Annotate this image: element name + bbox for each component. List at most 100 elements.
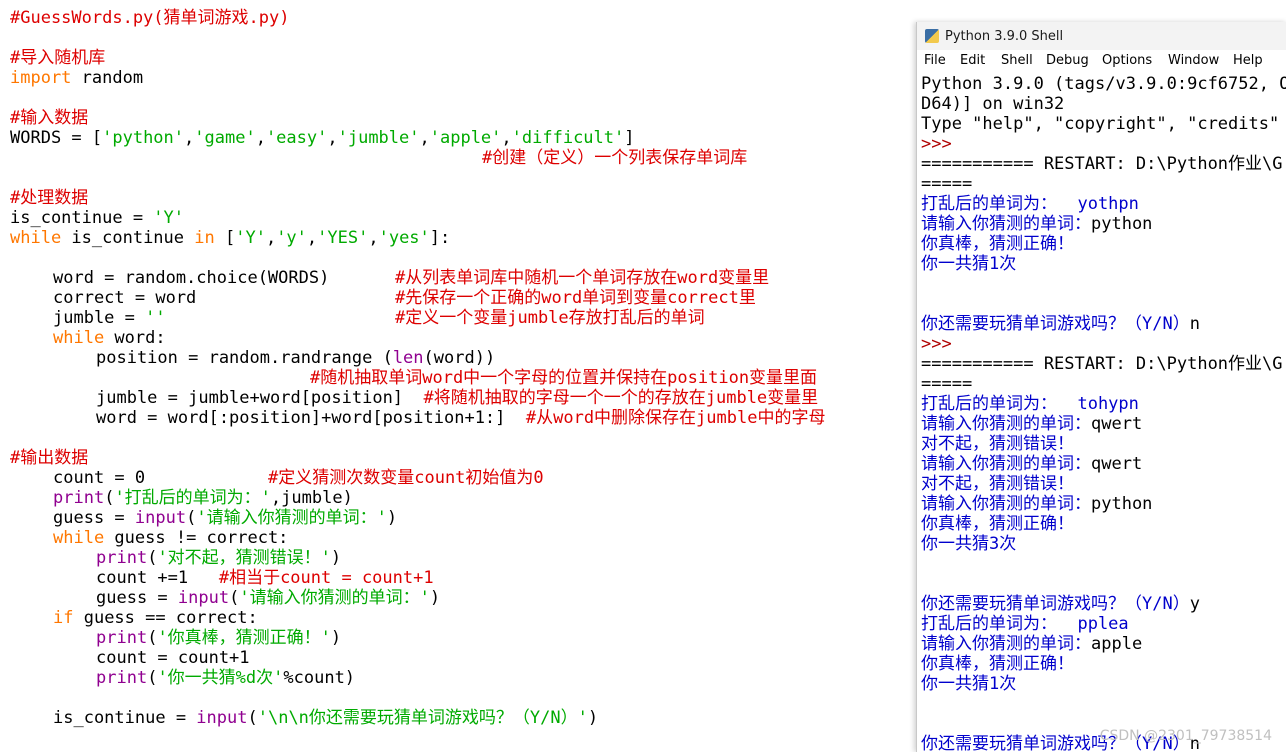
- code-token: is_continue: [61, 228, 195, 248]
- code-token: [: [214, 228, 236, 248]
- code-line: #GuessWords.py(猜单词游戏.py): [10, 8, 289, 28]
- code-editor[interactable]: #GuessWords.py(猜单词游戏.py) #导入随机库 import ran…: [0, 0, 916, 752]
- csdn-watermark: CSDN @2301_79738514: [1099, 728, 1272, 744]
- shell-token: Type "help", "copyright", "credits" o: [921, 114, 1286, 134]
- code-line: #定义猜测次数变量count初始值为0: [268, 468, 544, 488]
- code-token: while: [53, 328, 105, 348]
- code-token: len: [392, 348, 424, 368]
- code-token: ]:: [429, 228, 451, 248]
- shell-token: 你一共猜3次: [921, 534, 1017, 554]
- code-token: ): [386, 508, 398, 528]
- code-token: '对不起，猜测错误！': [157, 548, 331, 568]
- code-token: ,: [265, 228, 277, 248]
- shell-token: 你还需要玩猜单词游戏吗？（Y/N）: [921, 594, 1190, 614]
- code-line: #定义一个变量jumble存放打乱后的单词: [395, 308, 705, 328]
- code-token: %count): [283, 668, 356, 688]
- code-token: '': [145, 308, 166, 328]
- code-line: print('你真棒，猜测正确！'): [96, 628, 341, 648]
- shell-token: n: [1189, 314, 1200, 334]
- code-token: position = random.randrange (: [96, 348, 393, 368]
- code-token: if: [53, 608, 74, 628]
- shell-line: 你还需要玩猜单词游戏吗？（Y/N）n: [921, 314, 1200, 334]
- code-token: 'difficult': [511, 128, 625, 148]
- shell-token: 打乱后的单词为： pplea: [921, 614, 1129, 634]
- shell-token: >>>: [921, 334, 952, 354]
- shell-token: Python 3.9.0 (tags/v3.9.0:9cf6752, Oct: [921, 74, 1286, 94]
- code-token: #导入随机库: [10, 48, 106, 68]
- menu-help[interactable]: Help: [1233, 53, 1263, 68]
- code-line: count = count+1: [96, 648, 250, 668]
- code-line: import random: [10, 68, 143, 88]
- shell-token: =========== RESTART: D:\Python作业\G: [921, 354, 1283, 374]
- code-token: ,: [327, 128, 338, 148]
- menu-debug[interactable]: Debug: [1046, 53, 1089, 68]
- code-token: #GuessWords.py(猜单词游戏.py): [10, 8, 290, 28]
- code-token: input: [196, 708, 248, 728]
- code-token: print: [96, 628, 148, 648]
- menu-window[interactable]: Window: [1168, 53, 1219, 68]
- code-token: #先保存一个正确的word单词到变量correct里: [395, 288, 756, 308]
- shell-line: 你真棒，猜测正确！: [921, 654, 1074, 674]
- shell-token: 你一共猜1次: [921, 254, 1017, 274]
- code-token: print: [96, 548, 148, 568]
- menu-options[interactable]: Options: [1102, 53, 1152, 68]
- code-token: print: [96, 668, 148, 688]
- code-line: #创建（定义）一个列表保存单词库: [482, 148, 747, 168]
- shell-line: 打乱后的单词为： yothpn: [921, 194, 1139, 214]
- code-line: jumble = jumble+word[position] #将随机抽取的字母…: [96, 388, 818, 408]
- code-line: guess = input('请输入你猜测的单词：'): [53, 508, 397, 528]
- code-token: jumble =: [53, 308, 146, 328]
- menu-shell[interactable]: Shell: [1001, 53, 1033, 68]
- code-token: 'Y': [235, 228, 266, 248]
- code-token: #处理数据: [10, 188, 89, 208]
- code-line: guess = input('请输入你猜测的单词：'): [96, 588, 440, 608]
- shell-line: =====: [921, 174, 972, 194]
- shell-line: =========== RESTART: D:\Python作业\G: [921, 354, 1283, 374]
- shell-line: >>>: [921, 134, 952, 154]
- shell-titlebar[interactable]: Python 3.9.0 Shell: [917, 22, 1286, 50]
- shell-token: 打乱后的单词为： yothpn: [921, 194, 1139, 214]
- code-token: is_continue =: [10, 208, 154, 228]
- shell-token: 对不起，猜测错误！: [921, 434, 1074, 454]
- code-line: while word:: [53, 328, 166, 348]
- code-token: count = 0: [53, 468, 146, 488]
- code-token: #从列表单词库中随机一个单词存放在word变量里: [395, 268, 770, 288]
- code-token: '请输入你猜测的单词：': [196, 508, 387, 528]
- code-token: 'yes': [378, 228, 430, 248]
- shell-line: 你一共猜1次: [921, 674, 1016, 694]
- shell-line: 你一共猜3次: [921, 534, 1016, 554]
- code-token: while: [53, 528, 105, 548]
- code-token: (: [247, 708, 258, 728]
- code-token: jumble = jumble+word[position]: [96, 388, 424, 408]
- code-token: ]: [624, 128, 635, 148]
- code-line: while is_continue in ['Y','y','YES','yes…: [10, 228, 450, 248]
- code-token: '你一共猜%d次': [157, 668, 284, 688]
- code-line: correct = word: [53, 288, 196, 308]
- code-token: 'YES': [317, 228, 369, 248]
- shell-menubar: File Edit Shell Debug Options Window Hel…: [917, 50, 1286, 72]
- code-line: word = word[:position]+word[position+1:]…: [96, 408, 825, 428]
- code-token: word = word[:position]+word[position+1:]: [96, 408, 526, 428]
- code-token: ,: [306, 228, 318, 248]
- shell-line: 打乱后的单词为： pplea: [921, 614, 1129, 634]
- python-shell-window[interactable]: Python 3.9.0 Shell File Edit Shell Debug…: [916, 22, 1286, 752]
- shell-line: Python 3.9.0 (tags/v3.9.0:9cf6752, Oct: [921, 74, 1286, 94]
- code-token: 'python': [102, 128, 185, 148]
- shell-token: 你真棒，猜测正确！: [921, 234, 1074, 254]
- code-token: 'apple': [429, 128, 502, 148]
- menu-edit[interactable]: Edit: [960, 53, 985, 68]
- code-token: import: [10, 68, 72, 88]
- shell-line: 打乱后的单词为： tohypn: [921, 394, 1139, 414]
- code-line: is_continue = 'Y': [10, 208, 184, 228]
- shell-line: 对不起，猜测错误！: [921, 474, 1074, 494]
- code-line: print('打乱后的单词为：',jumble): [53, 488, 353, 508]
- code-line: count = 0: [53, 468, 145, 488]
- menu-file[interactable]: File: [924, 53, 946, 68]
- shell-line: D64)] on win32: [921, 94, 1064, 114]
- shell-token: 请输入你猜测的单词：: [921, 454, 1091, 474]
- shell-token: 请输入你猜测的单词：: [921, 494, 1091, 514]
- shell-token: 请输入你猜测的单词：: [921, 214, 1091, 234]
- code-line: while guess != correct:: [53, 528, 288, 548]
- shell-title: Python 3.9.0 Shell: [945, 28, 1064, 44]
- code-token: (: [147, 628, 158, 648]
